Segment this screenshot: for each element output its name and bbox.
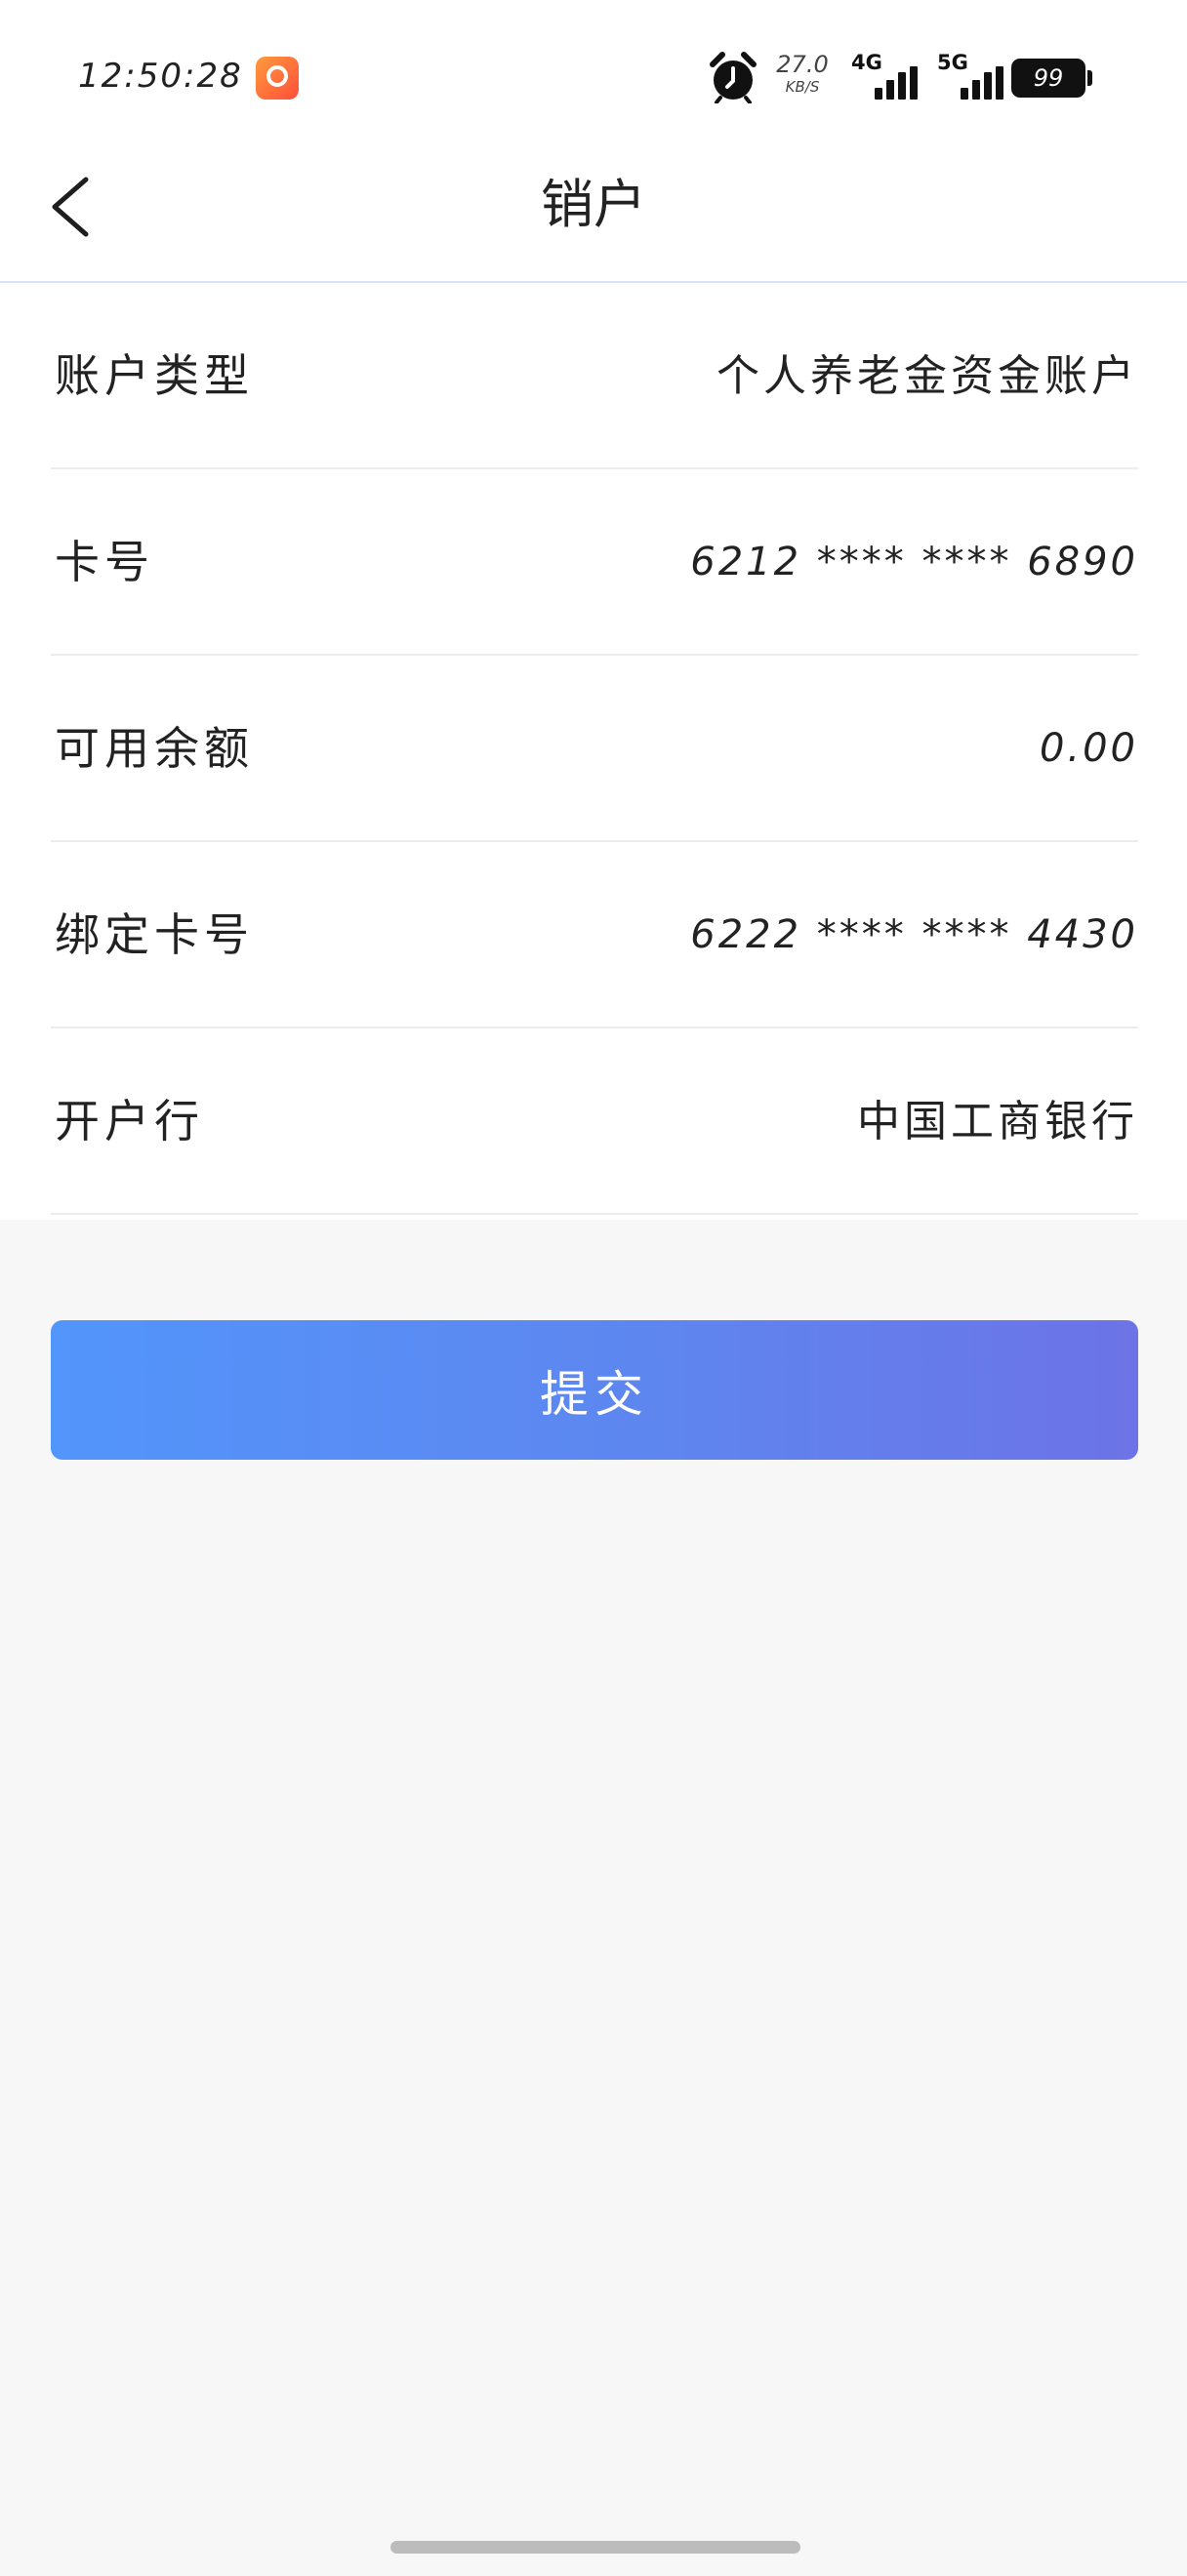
opening-bank-label: 开户行 xyxy=(55,1095,204,1147)
page-title: 销户 xyxy=(541,174,646,235)
account-type-value: 个人养老金资金账户 xyxy=(716,351,1138,401)
available-balance-value: 0.00 xyxy=(1039,726,1138,771)
home-indicator[interactable] xyxy=(390,2541,800,2554)
submit-button[interactable]: 提交 xyxy=(51,1320,1138,1460)
bound-card-number-label: 绑定卡号 xyxy=(55,908,254,961)
row-available-balance: 可用余额 0.00 xyxy=(51,656,1138,842)
bound-card-number-value: 6222 **** **** 4430 xyxy=(690,912,1138,957)
opening-bank-value: 中国工商银行 xyxy=(857,1097,1138,1147)
back-button[interactable] xyxy=(43,172,111,240)
network-speed-value: 27.0 xyxy=(776,51,829,78)
available-balance-label: 可用余额 xyxy=(55,722,254,775)
row-card-number: 卡号 6212 **** **** 6890 xyxy=(51,469,1138,656)
network-speed: 27.0 KB/S xyxy=(773,53,832,95)
account-details: 账户类型 个人养老金资金账户 卡号 6212 **** **** 6890 可用… xyxy=(0,283,1187,1220)
battery-level: 99 xyxy=(1033,64,1064,92)
card-number-value: 6212 **** **** 6890 xyxy=(690,540,1138,584)
row-opening-bank: 开户行 中国工商银行 xyxy=(51,1028,1138,1215)
network-speed-unit: KB/S xyxy=(785,78,820,96)
card-number-label: 卡号 xyxy=(55,536,154,588)
video-app-icon xyxy=(256,57,299,100)
status-time: 12:50:28 xyxy=(78,57,243,96)
row-bound-card-number: 绑定卡号 6222 **** **** 4430 xyxy=(51,842,1138,1028)
row-account-type: 账户类型 个人养老金资金账户 xyxy=(51,283,1138,469)
alarm-clock-icon xyxy=(710,52,757,103)
status-bar: 12:50:28 27.0 KB/S 4G 5G 99 xyxy=(0,0,1187,146)
chevron-left-icon xyxy=(52,177,89,237)
battery-icon: 99 xyxy=(1011,59,1092,98)
account-type-label: 账户类型 xyxy=(55,349,254,402)
navigation-bar: 销户 xyxy=(0,146,1187,283)
